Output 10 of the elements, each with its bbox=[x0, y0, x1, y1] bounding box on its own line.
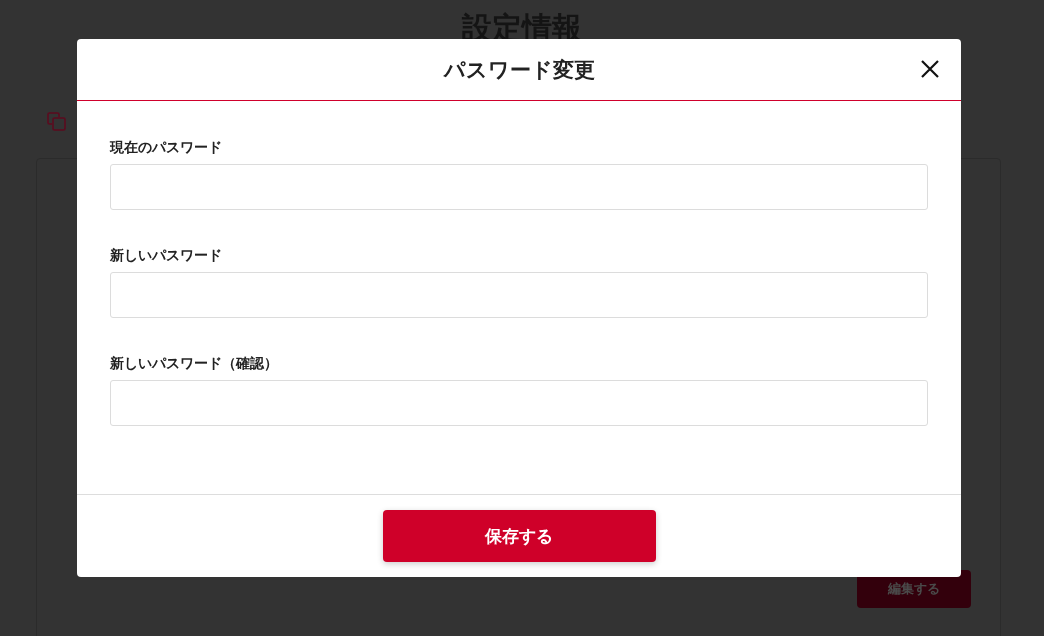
dialog-title: パスワード変更 bbox=[443, 56, 595, 84]
copy-icon[interactable] bbox=[47, 112, 67, 132]
close-icon[interactable] bbox=[920, 59, 940, 79]
save-button[interactable]: 保存する bbox=[382, 510, 656, 562]
field-label: 現在のパスワード bbox=[110, 138, 223, 157]
field-label: 新しいパスワード（確認） bbox=[110, 354, 279, 373]
field-label: 新しいパスワード bbox=[110, 246, 223, 265]
password-field[interactable] bbox=[110, 272, 928, 318]
password-field[interactable] bbox=[110, 164, 928, 210]
password-field[interactable] bbox=[110, 380, 928, 426]
